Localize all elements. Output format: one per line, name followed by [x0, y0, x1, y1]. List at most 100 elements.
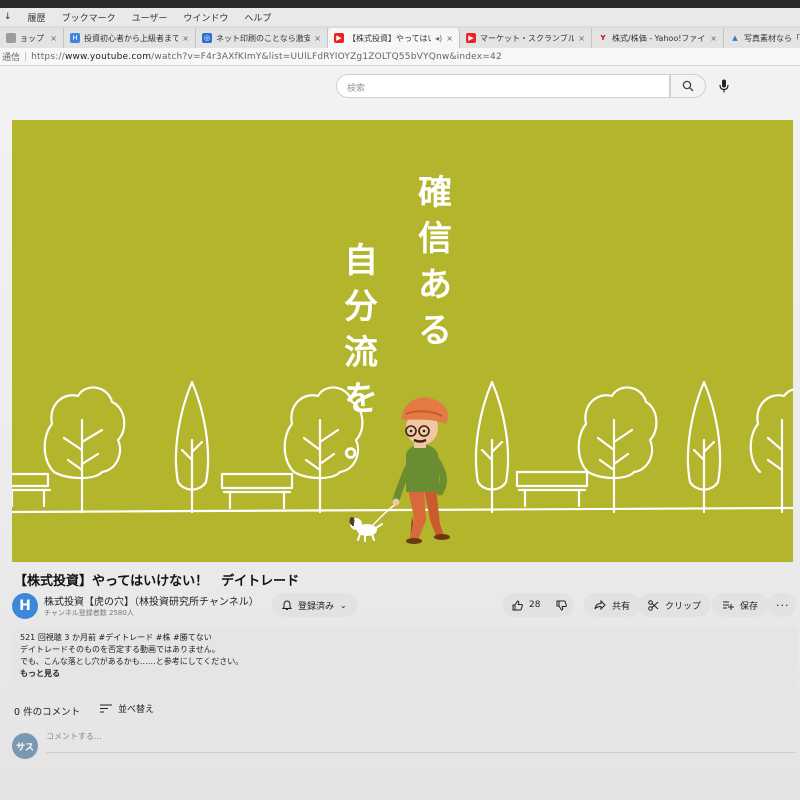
url-host: www.youtube.com	[64, 51, 152, 62]
tab-title: 投資初心者から上級者まで投	[84, 33, 179, 43]
more-horizontal-icon: ···	[776, 598, 790, 612]
tab-title: マーケット・スクランブル	[480, 33, 575, 43]
view-stats: 521 回視聴 3 か月前 #デイトレード #株 #勝てない	[20, 633, 212, 642]
menu-item[interactable]: ユーザー	[132, 11, 168, 24]
close-tab-icon[interactable]: ×	[50, 34, 57, 43]
close-tab-icon[interactable]: ×	[446, 34, 453, 43]
like-count: 28	[529, 600, 541, 610]
video-title: 【株式投資】やってはいけない！ デイトレード	[14, 574, 300, 589]
browser-tab[interactable]: ▶ マーケット・スクランブル ×	[460, 28, 592, 48]
tree-icon	[749, 388, 793, 514]
ground-line	[12, 506, 793, 514]
tab-title: 【株式投資】やってはいけ	[348, 33, 431, 43]
menu-item[interactable]: ↓	[4, 12, 12, 22]
screen: ↓ 履歴 ブックマーク ユーザー ウインドウ ヘルプ ョップ - 林投資 × H 投資初心者から…	[0, 0, 800, 800]
close-tab-icon[interactable]: ×	[314, 34, 321, 43]
search-button[interactable]	[670, 74, 706, 98]
dislike-button[interactable]	[548, 593, 578, 617]
tab-title: 株式/株価 - Yahoo!ファイナ	[612, 33, 707, 43]
clip-button[interactable]: クリップ	[638, 593, 712, 617]
tab-title: ネット印刷のことなら激安	[216, 33, 311, 43]
caption-character: る	[418, 311, 452, 351]
h-icon: H	[70, 33, 80, 43]
sort-comments-button[interactable]: 並べ替え	[100, 702, 154, 715]
thumbs-down-icon	[556, 600, 567, 611]
user-avatar: サス	[12, 733, 38, 759]
menu-item[interactable]: ブックマーク	[62, 11, 116, 24]
swirl-icon: ◎	[202, 33, 212, 43]
show-more-link[interactable]: もっと見る	[20, 668, 790, 680]
save-button[interactable]: 保存	[712, 593, 769, 617]
security-label: 通信	[2, 53, 21, 63]
comment-underline	[46, 752, 796, 753]
subscriber-count: チャンネル登録者数 2580人	[44, 609, 134, 617]
caption-character: 分	[344, 287, 378, 327]
comment-count: 0 件のコメント	[14, 707, 81, 718]
caption-character: 。	[344, 425, 378, 465]
browser-tab[interactable]: Y 株式/株価 - Yahoo!ファイナ ×	[592, 28, 724, 48]
description-line: でも、こんな落とし穴があるかも……と参考にしてください。	[20, 657, 244, 666]
bezel	[0, 0, 800, 8]
video-player[interactable]: 確信ある 自分流を。	[12, 120, 793, 562]
address-bar[interactable]: 通信 | https://www.youtube.com/watch?v=F4r…	[0, 48, 800, 66]
microphone-icon	[719, 79, 729, 93]
playlist-add-icon	[723, 601, 734, 610]
tree-icon	[577, 386, 658, 514]
chevron-down-icon: ⌄	[340, 600, 347, 610]
menu-item[interactable]: 履歴	[28, 11, 46, 24]
tree-icon	[686, 380, 722, 514]
url-scheme: https://	[31, 51, 65, 62]
channel-name[interactable]: 株式投資【虎の穴】（林投資研究所チャンネル）	[44, 593, 259, 608]
tree-icon	[43, 386, 126, 514]
browser-tab[interactable]: H 投資初心者から上級者まで投 ×	[64, 28, 196, 48]
speaker-icon[interactable]: ◂)	[435, 34, 442, 43]
sort-icon	[100, 704, 112, 713]
share-label: 共有	[612, 601, 631, 612]
subscribe-label: 登録済み	[298, 601, 335, 612]
menu-item[interactable]: ヘルプ	[244, 11, 271, 24]
more-actions-button[interactable]: ···	[768, 593, 796, 617]
caption-column-2: 自分流を。	[344, 238, 378, 468]
a-icon: ▲	[732, 34, 738, 42]
browser-tab[interactable]: ◎ ネット印刷のことなら激安 ×	[196, 28, 328, 48]
caption-character: あ	[418, 265, 452, 305]
clip-label: クリップ	[665, 601, 702, 612]
search-input[interactable]: 検索	[336, 74, 670, 98]
bench-icon	[515, 470, 589, 508]
separator: |	[24, 51, 28, 62]
close-tab-icon[interactable]: ×	[710, 34, 717, 43]
url-path: /watch?v=F4r3AXfKImY&list=UUlLFdRYlOYZg1…	[151, 51, 502, 62]
browser-tab[interactable]: ョップ - 林投資 ×	[0, 28, 64, 48]
description-line: デイトレードそのものを否定する動画ではありません。	[20, 645, 220, 654]
browser-tab[interactable]: ▶ 【株式投資】やってはいけ ◂) ×	[328, 28, 460, 48]
caption-column-1: 確信ある	[418, 170, 452, 354]
menu-item[interactable]: ウインドウ	[183, 11, 228, 24]
tab-title: ョップ - 林投資	[20, 33, 46, 43]
close-tab-icon[interactable]: ×	[578, 34, 585, 43]
yahoo-icon: Y	[600, 34, 606, 42]
page-icon	[6, 33, 16, 43]
tab-title: 写真素材なら「	[744, 33, 800, 43]
man-illustration	[392, 397, 450, 544]
caption-character: 信	[418, 219, 452, 259]
subscribe-button[interactable]: 登録済み ⌄	[272, 593, 357, 617]
caption-character: 自	[344, 241, 378, 281]
scissors-icon	[648, 599, 659, 611]
sort-label: 並べ替え	[118, 705, 155, 715]
channel-avatar[interactable]: H	[12, 593, 38, 619]
like-button[interactable]: 28	[512, 599, 541, 611]
url-text[interactable]: https://www.youtube.com/watch?v=F4r3AXfK…	[31, 52, 502, 62]
youtube-icon: ▶	[466, 33, 476, 43]
menu-bar: ↓ 履歴 ブックマーク ユーザー ウインドウ ヘルプ	[0, 8, 800, 26]
share-button[interactable]: 共有	[584, 593, 641, 617]
description-box[interactable]: 521 回視聴 3 か月前 #デイトレード #株 #勝てない デイトレードそのも…	[12, 626, 798, 688]
browser-tab[interactable]: ▲ 写真素材なら「	[724, 28, 800, 48]
voice-search-button[interactable]	[716, 78, 732, 94]
bench-icon	[12, 472, 52, 508]
share-icon	[594, 600, 606, 610]
tree-icon	[474, 380, 510, 514]
tree-icon	[174, 380, 210, 514]
close-tab-icon[interactable]: ×	[182, 34, 189, 43]
bell-icon	[282, 599, 292, 610]
comment-input[interactable]: コメントする...	[46, 731, 102, 742]
